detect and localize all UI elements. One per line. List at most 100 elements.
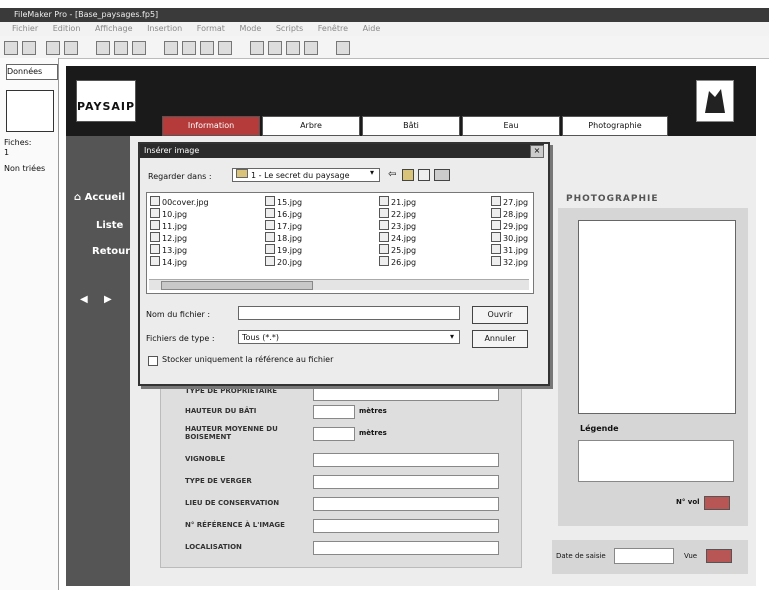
menu-edition[interactable]: Edition xyxy=(53,24,81,33)
import-icon[interactable] xyxy=(304,41,318,55)
scrollbar-thumb[interactable] xyxy=(161,281,313,290)
menu-aide[interactable]: Aide xyxy=(363,24,381,33)
field-input[interactable] xyxy=(313,497,499,511)
file-item[interactable]: 30.jpg xyxy=(491,232,528,243)
file-item[interactable]: 29.jpg xyxy=(491,220,528,231)
open-button[interactable]: Ouvrir xyxy=(472,306,528,324)
field-input[interactable] xyxy=(313,405,355,419)
menu-mode[interactable]: Mode xyxy=(240,24,262,33)
field-input[interactable] xyxy=(313,387,499,401)
save-icon[interactable] xyxy=(46,41,60,55)
file-item[interactable]: 31.jpg xyxy=(491,244,528,255)
parent-folder-icon[interactable] xyxy=(402,169,414,181)
back-link[interactable]: Retour xyxy=(92,246,130,257)
preview-icon[interactable] xyxy=(218,41,232,55)
close-icon[interactable]: × xyxy=(530,145,544,158)
image-file-icon xyxy=(150,208,160,218)
app-logo: PAYSAIP xyxy=(76,80,136,122)
records-label: Fiches: xyxy=(4,138,32,147)
menu-scripts[interactable]: Scripts xyxy=(276,24,303,33)
delete-record-icon[interactable] xyxy=(286,41,300,55)
field-input[interactable] xyxy=(313,453,499,467)
file-item[interactable]: 11.jpg xyxy=(150,220,187,231)
help-icon[interactable] xyxy=(336,41,350,55)
look-in-select[interactable]: 1 - Le secret du paysage xyxy=(232,168,380,182)
field-label: Type de verger xyxy=(185,477,252,485)
find-icon[interactable] xyxy=(182,41,196,55)
copy-icon[interactable] xyxy=(114,41,128,55)
file-item[interactable]: 25.jpg xyxy=(379,244,416,255)
file-item[interactable]: 23.jpg xyxy=(379,220,416,231)
chevron-down-icon[interactable]: ▾ xyxy=(370,168,374,177)
view-menu-icon[interactable] xyxy=(434,169,450,181)
tab-bati[interactable]: Bâti xyxy=(362,116,460,136)
file-item[interactable]: 32.jpg xyxy=(491,256,528,267)
layout-icon[interactable] xyxy=(200,41,214,55)
file-item[interactable]: 22.jpg xyxy=(379,208,416,219)
reference-checkbox[interactable] xyxy=(148,356,158,366)
home-link[interactable]: ⌂ Accueil xyxy=(74,192,125,203)
file-item[interactable]: 26.jpg xyxy=(379,256,416,267)
photo-title: PHOTOGRAPHIE xyxy=(566,194,659,204)
photo-container[interactable] xyxy=(578,220,736,414)
back-icon[interactable]: ⇦ xyxy=(388,169,396,181)
open-icon[interactable] xyxy=(22,41,36,55)
tab-arbre[interactable]: Arbre xyxy=(262,116,360,136)
mode-select[interactable]: Données xyxy=(6,64,58,80)
list-link[interactable]: Liste xyxy=(96,220,123,231)
unsorted-label: Non triées xyxy=(4,164,46,173)
file-item[interactable]: 16.jpg xyxy=(265,208,302,219)
num-button[interactable] xyxy=(704,496,730,510)
file-item[interactable]: 12.jpg xyxy=(150,232,187,243)
sort-icon[interactable] xyxy=(250,41,264,55)
file-item[interactable]: 27.jpg xyxy=(491,196,528,207)
cut-icon[interactable] xyxy=(96,41,110,55)
image-file-icon xyxy=(265,220,275,230)
look-in-label: Regarder dans : xyxy=(148,172,212,181)
dialog-title: Insérer image xyxy=(140,144,544,158)
menu-affichage[interactable]: Affichage xyxy=(95,24,133,33)
view-button[interactable] xyxy=(706,549,732,563)
tab-information[interactable]: Information xyxy=(162,116,260,136)
menu-bar: Fichier Edition Affichage Insertion Form… xyxy=(0,22,769,37)
new-record-icon[interactable] xyxy=(268,41,282,55)
browse-icon[interactable] xyxy=(164,41,178,55)
horizontal-scrollbar[interactable] xyxy=(149,279,529,290)
file-item[interactable]: 20.jpg xyxy=(265,256,302,267)
legend-field[interactable] xyxy=(578,440,734,482)
file-item[interactable]: 18.jpg xyxy=(265,232,302,243)
menu-fichier[interactable]: Fichier xyxy=(12,24,38,33)
date-field[interactable] xyxy=(614,548,674,564)
new-icon[interactable] xyxy=(4,41,18,55)
file-item[interactable]: 28.jpg xyxy=(491,208,528,219)
field-input[interactable] xyxy=(313,475,499,489)
new-folder-icon[interactable] xyxy=(418,169,430,181)
file-item[interactable]: 24.jpg xyxy=(379,232,416,243)
field-input[interactable] xyxy=(313,519,499,533)
paste-icon[interactable] xyxy=(132,41,146,55)
file-item[interactable]: 14.jpg xyxy=(150,256,187,267)
next-record-icon[interactable]: ▶ xyxy=(104,294,112,305)
filetype-select[interactable]: Tous (*.*) xyxy=(238,330,460,344)
menu-fenetre[interactable]: Fenêtre xyxy=(318,24,348,33)
tab-photographie[interactable]: Photographie xyxy=(562,116,668,136)
file-item[interactable]: 15.jpg xyxy=(265,196,302,207)
tab-eau[interactable]: Eau xyxy=(462,116,560,136)
file-item[interactable]: 17.jpg xyxy=(265,220,302,231)
file-item[interactable]: 10.jpg xyxy=(150,208,187,219)
field-input[interactable] xyxy=(313,541,499,555)
file-item[interactable]: 13.jpg xyxy=(150,244,187,255)
menu-insertion[interactable]: Insertion xyxy=(147,24,182,33)
prev-record-icon[interactable]: ◀ xyxy=(80,294,88,305)
file-item[interactable]: 21.jpg xyxy=(379,196,416,207)
book-icon[interactable] xyxy=(6,90,54,132)
file-item[interactable]: 19.jpg xyxy=(265,244,302,255)
image-file-icon xyxy=(491,196,501,206)
file-item[interactable]: 00cover.jpg xyxy=(150,196,209,207)
filename-input[interactable] xyxy=(238,306,460,320)
field-input[interactable] xyxy=(313,427,355,441)
menu-format[interactable]: Format xyxy=(197,24,225,33)
chevron-down-icon[interactable]: ▾ xyxy=(450,332,454,341)
print-icon[interactable] xyxy=(64,41,78,55)
cancel-button[interactable]: Annuler xyxy=(472,330,528,348)
